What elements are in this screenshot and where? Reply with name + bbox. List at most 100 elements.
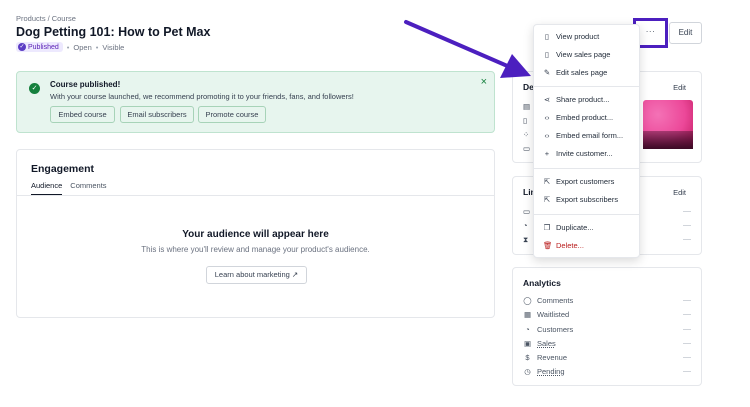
divider [17,195,494,196]
analytics-row-customers: ◔ Customers [523,325,573,334]
empty-value [683,371,691,372]
banner-title: Course published! [50,80,121,89]
file-icon: ▯ [544,32,550,41]
analytics-label: Waitlisted [537,310,570,319]
empty-state-title: Your audience will appear here [182,229,329,240]
analytics-label[interactable]: Pending [537,367,565,376]
learn-marketing-button[interactable]: Learn about marketing ↗ [206,266,307,284]
product-meta: ✓ Published • Open • Visible [16,42,124,52]
limits-edit-link[interactable]: Edit [673,188,686,197]
learn-marketing-label: Learn about marketing [214,270,290,279]
meta-open: Open [73,42,92,52]
engagement-panel: Engagement Audience Comments Your audien… [16,149,495,318]
analytics-title: Analytics [523,278,561,288]
product-thumbnail [643,100,693,149]
menu-divider [534,86,639,87]
calendar-icon: ▭ [523,207,531,216]
menu-item-duplicate[interactable]: ❐ Duplicate... [543,223,594,232]
breadcrumb-separator: / [47,14,50,23]
menu-item-delete[interactable]: 🗑 Delete... [543,241,584,250]
menu-item-share-product[interactable]: ⋖ Share product... [543,95,610,104]
plus-icon: + [544,149,550,158]
menu-divider [534,168,639,169]
comment-icon: ◯ [523,296,532,305]
analytics-row-sales: ▣ Sales [523,339,556,348]
analytics-label[interactable]: Sales [537,339,556,348]
analytics-row-comments: ◯ Comments [523,296,573,305]
breadcrumb-products[interactable]: Products [16,14,46,23]
copy-icon: ❐ [543,223,551,232]
code-icon: ‹› [544,131,550,140]
dollar-icon: $ [525,353,530,362]
analytics-label: Revenue [537,353,568,362]
more-icon: ··· [645,27,656,36]
tab-comments[interactable]: Comments [70,181,106,195]
meta-dot: • [95,42,99,52]
code-icon: ‹› [544,113,550,122]
menu-item-export-customers[interactable]: ⇱ Export customers [543,177,615,186]
file-icon: ▯ [544,50,550,59]
grid-icon: ⁘ [523,130,530,139]
breadcrumb: Products / Course [16,14,76,23]
empty-value [683,314,691,315]
menu-item-label: View product [556,32,600,41]
meta-dot: • [66,42,70,52]
menu-item-embed-email-form[interactable]: ‹› Embed email form... [543,131,624,140]
menu-item-label: Embed email form... [556,131,624,140]
export-icon: ⇱ [543,195,551,204]
menu-item-view-sales-page[interactable]: ▯ View sales page [543,50,611,59]
success-check-icon: ✓ [29,83,40,94]
menu-item-label: Edit sales page [556,68,608,77]
clock-icon: ◷ [524,367,531,376]
menu-item-embed-product[interactable]: ‹› Embed product... [543,113,614,122]
analytics-row-revenue: $ Revenue [523,353,567,362]
tab-audience[interactable]: Audience [31,181,63,195]
empty-value [683,329,691,330]
external-arrow-icon: ↗ [291,270,299,279]
status-label: Published [28,43,59,51]
status-badge: ✓ Published [16,42,63,52]
publish-banner: ✓ Course published! With your course lau… [16,71,495,133]
calendar-icon: ▦ [523,310,532,319]
menu-divider [534,214,639,215]
calendar-icon: ▭ [523,144,531,153]
list-icon: ▤ [523,102,531,111]
banner-message: With your course launched, we recommend … [50,92,354,101]
promote-course-button[interactable]: Promote course [198,106,266,123]
empty-value [683,300,691,301]
menu-item-edit-sales-page[interactable]: ✎ Edit sales page [543,68,607,77]
email-subscribers-button[interactable]: Email subscribers [120,106,194,123]
share-icon: ⋖ [543,95,551,104]
menu-item-invite-customer[interactable]: + Invite customer... [543,149,613,158]
edit-product-button[interactable]: Edit [669,22,702,44]
hourglass-icon: ⧗ [523,235,529,244]
breadcrumb-course: Course [51,14,76,23]
menu-item-label: Delete... [556,241,584,250]
menu-item-label: Share product... [556,95,610,104]
empty-value [683,357,691,358]
empty-value [683,343,691,344]
bag-icon: ▣ [523,339,532,348]
analytics-row-waitlisted: ▦ Waitlisted [523,310,569,319]
actions-menu: ▯ View product ▯ View sales page ✎ Edit sal… [533,24,640,258]
menu-item-label: Export subscribers [556,195,619,204]
check-icon: ✓ [18,43,26,51]
menu-item-view-product[interactable]: ▯ View product [543,32,599,41]
empty-value [683,239,691,240]
menu-item-export-subscribers[interactable]: ⇱ Export subscribers [543,195,618,204]
export-icon: ⇱ [543,177,551,186]
analytics-label: Customers [537,325,574,334]
details-edit-link[interactable]: Edit [673,83,686,92]
menu-item-label: Export customers [556,177,615,186]
close-icon[interactable]: × [481,77,487,88]
embed-course-button[interactable]: Embed course [50,106,115,123]
empty-state-message: This is where you'll review and manage y… [141,245,370,254]
trash-icon: 🗑 [543,241,553,250]
meta-visible: Visible [102,42,125,52]
menu-item-label: Invite customer... [556,149,613,158]
menu-item-label: View sales page [556,50,611,59]
page-icon: ▯ [523,116,528,125]
engagement-tabs: Audience Comments [31,181,107,195]
analytics-row-pending: ◷ Pending [523,367,565,376]
page-title: Dog Petting 101: How to Pet Max [16,25,211,39]
